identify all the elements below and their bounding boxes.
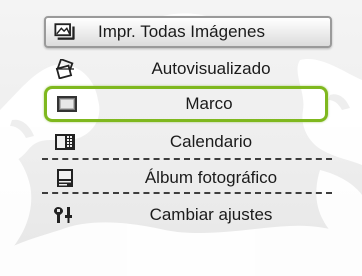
- slideshow-icon: [54, 59, 76, 79]
- menu-item-album-fotografico[interactable]: Álbum fotográfico: [48, 160, 328, 196]
- menu-item-autovisualizado[interactable]: Autovisualizado: [48, 51, 328, 87]
- menu-item-label: Autovisualizado: [151, 59, 271, 78]
- frame-icon: [56, 94, 78, 114]
- menu-item-calendario[interactable]: Calendario: [48, 124, 328, 160]
- menu-item-label: Cambiar ajustes: [149, 205, 273, 224]
- menu-item-label: Calendario: [169, 132, 253, 151]
- main-menu: Impr. Todas Imágenes Autovisualizado Mar…: [0, 0, 362, 276]
- photo-album-icon: [54, 168, 76, 188]
- menu-item-cambiar-ajustes[interactable]: Cambiar ajustes: [48, 197, 328, 233]
- calendar-icon: [54, 132, 76, 152]
- menu-item-label: Impr. Todas Imágenes: [98, 22, 265, 41]
- menu-item-marco[interactable]: Marco: [44, 86, 328, 122]
- settings-icon: [54, 205, 76, 225]
- menu-item-label: Álbum fotográfico: [144, 168, 278, 187]
- menu-separator: [42, 192, 332, 194]
- menu-item-print-all[interactable]: Impr. Todas Imágenes: [44, 16, 332, 48]
- menu-item-label: Marco: [185, 94, 233, 113]
- menu-screen: Impr. Todas Imágenes Autovisualizado Mar…: [0, 0, 362, 276]
- print-all-images-icon: [54, 22, 76, 42]
